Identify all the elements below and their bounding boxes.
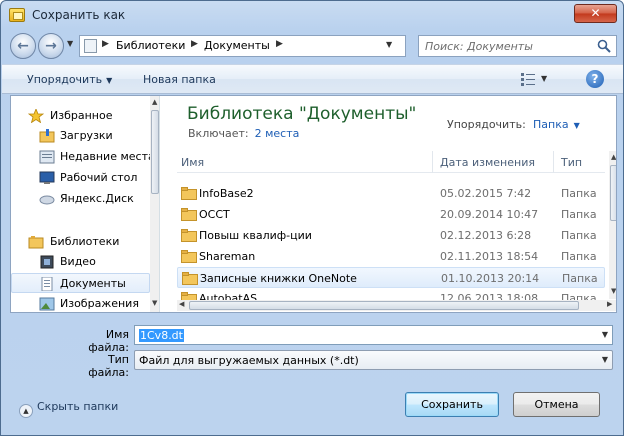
documents-icon [41, 277, 53, 291]
view-options-icon[interactable] [521, 72, 535, 86]
command-toolbar: Упорядочить ▼ Новая папка ▼ ? [2, 64, 623, 94]
search-icon[interactable] [597, 39, 611, 53]
view-dropdown-icon[interactable]: ▼ [541, 74, 547, 83]
filename-value: 1Cv8.dt [139, 329, 184, 342]
arrange-by-value: Папка [533, 118, 569, 131]
hide-folders-button[interactable]: ▲ Скрыть папки [19, 400, 118, 418]
nav-item-yandex-disk[interactable]: Яндекс.Диск [11, 189, 150, 209]
arrow-right-icon: → [45, 38, 57, 54]
star-icon [28, 109, 44, 123]
nav-item-favorites[interactable]: Избранное [11, 106, 150, 126]
scrollbar-thumb[interactable] [189, 301, 579, 310]
breadcrumb-documents[interactable]: Документы [204, 39, 270, 52]
files-pane: Библиотека "Документы" Включает: 2 места … [161, 96, 616, 312]
address-bar[interactable]: ▶ Библиотеки ▶ Документы ▶ ▼ ⇄ [79, 35, 480, 57]
chevron-down-icon[interactable]: ▼ [602, 330, 608, 339]
nav-item-desktop[interactable]: Рабочий стол [11, 168, 150, 188]
back-button[interactable]: ← [10, 33, 36, 59]
search-input[interactable]: Поиск: Документы [418, 35, 617, 57]
folder-icon [181, 187, 197, 200]
column-type[interactable]: Тип [561, 156, 582, 169]
new-folder-button[interactable]: Новая папка [143, 73, 216, 86]
nav-item-documents[interactable]: Документы [11, 273, 150, 293]
scroll-down-icon[interactable]: ▼ [152, 299, 157, 307]
folder-icon [181, 208, 197, 221]
nav-item-recent-places[interactable]: Недавние места [11, 147, 155, 167]
folder-icon [181, 229, 197, 242]
breadcrumb-libraries[interactable]: Библиотеки [116, 39, 185, 52]
chevron-up-icon: ▲ [19, 404, 33, 418]
downloads-folder-icon [39, 129, 55, 143]
column-name[interactable]: Имя [181, 156, 204, 169]
browser-area: Избранное Загрузки Недавние места Рабочи… [10, 95, 617, 313]
column-header: Имя Дата изменения Тип [177, 151, 605, 173]
chevron-down-icon: ▼ [573, 121, 580, 130]
filetype-value: Файл для выгружаемых данных (*.dt) [139, 354, 359, 367]
nav-item-libraries[interactable]: Библиотеки [11, 232, 150, 252]
library-title: Библиотека "Документы" [187, 104, 417, 124]
files-vertical-scrollbar[interactable]: ▲ ▼ [609, 151, 616, 299]
nav-scrollbar[interactable]: ▲ ▼ [150, 96, 159, 312]
breadcrumb-arrow-icon[interactable]: ▶ [191, 39, 198, 49]
scroll-left-icon[interactable]: ◀ [179, 300, 184, 308]
navigation-pane: Избранное Загрузки Недавние места Рабочи… [11, 96, 160, 312]
hide-folders-label: Скрыть папки [37, 400, 119, 413]
file-row[interactable]: Записные книжки OneNote 01.10.2013 20:14… [177, 267, 605, 288]
filename-label: Имя файла: [88, 328, 129, 354]
column-date[interactable]: Дата изменения [440, 156, 535, 169]
file-row[interactable]: OCCT 20.09.2014 10:47 Папка [177, 204, 605, 225]
includes-label: Включает: [188, 127, 249, 140]
arrange-by-label: Упорядочить: [447, 118, 526, 131]
scrollbar-thumb[interactable] [610, 165, 616, 221]
video-icon [40, 255, 54, 269]
app-icon [9, 8, 25, 22]
window-title: Сохранить как [32, 8, 126, 22]
filetype-label: Тип файла: [88, 353, 129, 379]
nav-item-downloads[interactable]: Загрузки [11, 126, 150, 146]
breadcrumb-arrow-icon[interactable]: ▶ [102, 39, 109, 49]
save-button[interactable]: Сохранить [405, 392, 499, 417]
organize-label: Упорядочить [27, 73, 103, 86]
organize-menu[interactable]: Упорядочить ▼ [27, 73, 112, 86]
forward-button[interactable]: → [38, 33, 64, 59]
pictures-icon [39, 297, 55, 311]
scroll-right-icon[interactable]: ▶ [607, 300, 612, 308]
cloud-icon [39, 195, 55, 205]
filetype-select[interactable]: Файл для выгружаемых данных (*.dt) ▼ [134, 350, 613, 370]
files-horizontal-scrollbar[interactable]: ◀ ▶ [177, 300, 616, 311]
nav-item-pictures[interactable]: Изображения [11, 294, 150, 312]
locations-link[interactable]: 2 места [255, 127, 300, 140]
file-row[interactable]: Shareman 02.11.2013 18:54 Папка [177, 246, 605, 267]
library-includes: Включает: 2 места [188, 127, 299, 140]
scroll-up-icon[interactable]: ▲ [611, 153, 616, 161]
folder-icon [182, 272, 198, 285]
save-as-dialog: Сохранить как ✕ ← → ▼ ▶ Библиотеки ▶ Док… [0, 0, 624, 436]
scroll-up-icon[interactable]: ▲ [152, 98, 157, 106]
address-dropdown-icon[interactable]: ▼ [386, 40, 392, 49]
scrollbar-thumb[interactable] [151, 110, 159, 194]
recent-pages-dropdown-icon[interactable]: ▼ [67, 39, 73, 48]
file-row[interactable]: Повыш квалиф-ции 02.12.2013 6:28 Папка [177, 225, 605, 246]
filename-field[interactable]: 1Cv8.dt ▼ [134, 325, 613, 345]
breadcrumb-arrow-icon[interactable]: ▶ [276, 39, 283, 49]
library-icon [84, 39, 97, 53]
folder-icon [181, 250, 197, 263]
scroll-down-icon[interactable]: ▼ [611, 287, 616, 295]
help-icon[interactable]: ? [586, 70, 604, 88]
libraries-icon [28, 236, 44, 249]
search-placeholder: Поиск: Документы [425, 40, 533, 53]
title-bar[interactable]: Сохранить как ✕ [1, 1, 623, 29]
nav-item-video[interactable]: Видео [11, 252, 150, 272]
cancel-button[interactable]: Отмена [513, 392, 600, 417]
chevron-down-icon: ▼ [106, 76, 113, 85]
file-row[interactable]: InfoBase2 05.02.2015 7:42 Папка [177, 183, 605, 204]
desktop-icon [39, 171, 55, 184]
arrange-by-dropdown[interactable]: Папка ▼ [533, 118, 580, 131]
arrow-left-icon: ← [17, 38, 29, 54]
close-button[interactable]: ✕ [574, 4, 617, 23]
chevron-down-icon: ▼ [601, 355, 608, 364]
recent-places-icon [39, 150, 55, 164]
